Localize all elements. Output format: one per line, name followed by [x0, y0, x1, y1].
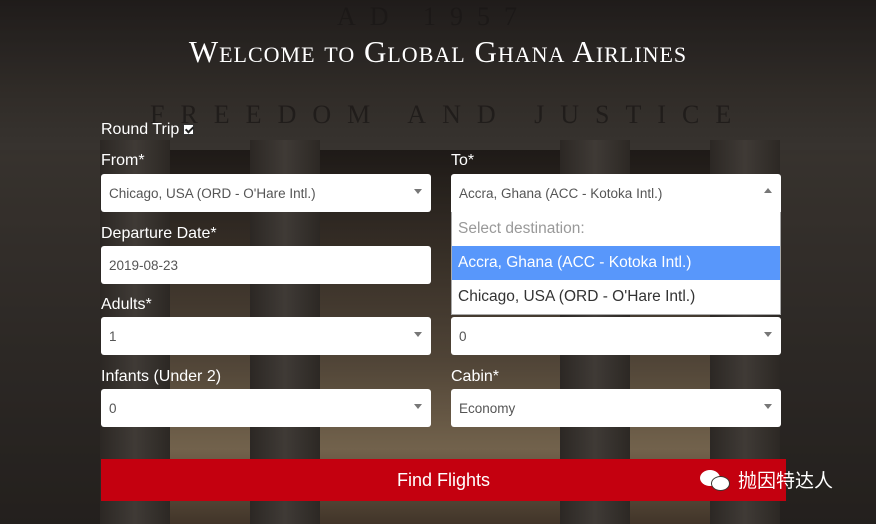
find-flights-button[interactable]: Find Flights — [101, 459, 786, 501]
chevron-down-icon — [764, 404, 772, 409]
to-select[interactable]: Accra, Ghana (ACC - Kotoka Intl.) — [451, 174, 781, 212]
from-select[interactable]: Chicago, USA (ORD - O'Hare Intl.) — [101, 174, 431, 212]
cabin-select[interactable]: Economy — [451, 389, 781, 427]
children-select[interactable]: 0 — [451, 317, 781, 355]
from-label: From* — [101, 152, 145, 169]
chevron-down-icon — [414, 332, 422, 337]
dropdown-header: Select destination: — [458, 220, 585, 237]
children-value: 0 — [459, 328, 467, 344]
round-trip-label: Round Trip — [101, 121, 180, 138]
to-label: To* — [451, 152, 475, 169]
from-value: Chicago, USA (ORD - O'Hare Intl.) — [109, 185, 316, 201]
adults-select[interactable]: 1 — [101, 317, 431, 355]
page-title: Welcome to Global Ghana Airlines — [188, 34, 688, 69]
chevron-down-icon — [414, 189, 422, 194]
infants-select[interactable]: 0 — [101, 389, 431, 427]
cabin-label: Cabin* — [451, 368, 500, 385]
departure-label: Departure Date* — [101, 225, 217, 242]
cabin-value: Economy — [459, 400, 516, 416]
watermark-text: 抛因特达人 — [738, 471, 834, 492]
to-dropdown-menu: Select destination: Accra, Ghana (ACC - … — [451, 212, 781, 315]
chevron-down-icon — [414, 404, 422, 409]
departure-date-input[interactable]: 2019-08-23 — [101, 246, 431, 284]
dropdown-option-chicago[interactable]: Chicago, USA (ORD - O'Hare Intl.) — [452, 280, 780, 314]
watermark: 抛因特达人 — [700, 466, 833, 493]
dropdown-option-accra[interactable]: Accra, Ghana (ACC - Kotoka Intl.) — [452, 246, 780, 280]
round-trip-row: Round Trip — [101, 121, 195, 139]
infants-label: Infants (Under 2) — [101, 368, 222, 385]
adults-label: Adults* — [101, 296, 152, 313]
departure-value: 2019-08-23 — [109, 257, 179, 273]
chevron-down-icon — [764, 332, 772, 337]
infants-value: 0 — [109, 400, 117, 416]
chevron-up-icon — [764, 188, 772, 193]
chat-bubble-icon — [700, 468, 730, 492]
to-value: Accra, Ghana (ACC - Kotoka Intl.) — [459, 185, 663, 201]
adults-value: 1 — [109, 328, 117, 344]
round-trip-checkbox[interactable] — [183, 124, 195, 135]
